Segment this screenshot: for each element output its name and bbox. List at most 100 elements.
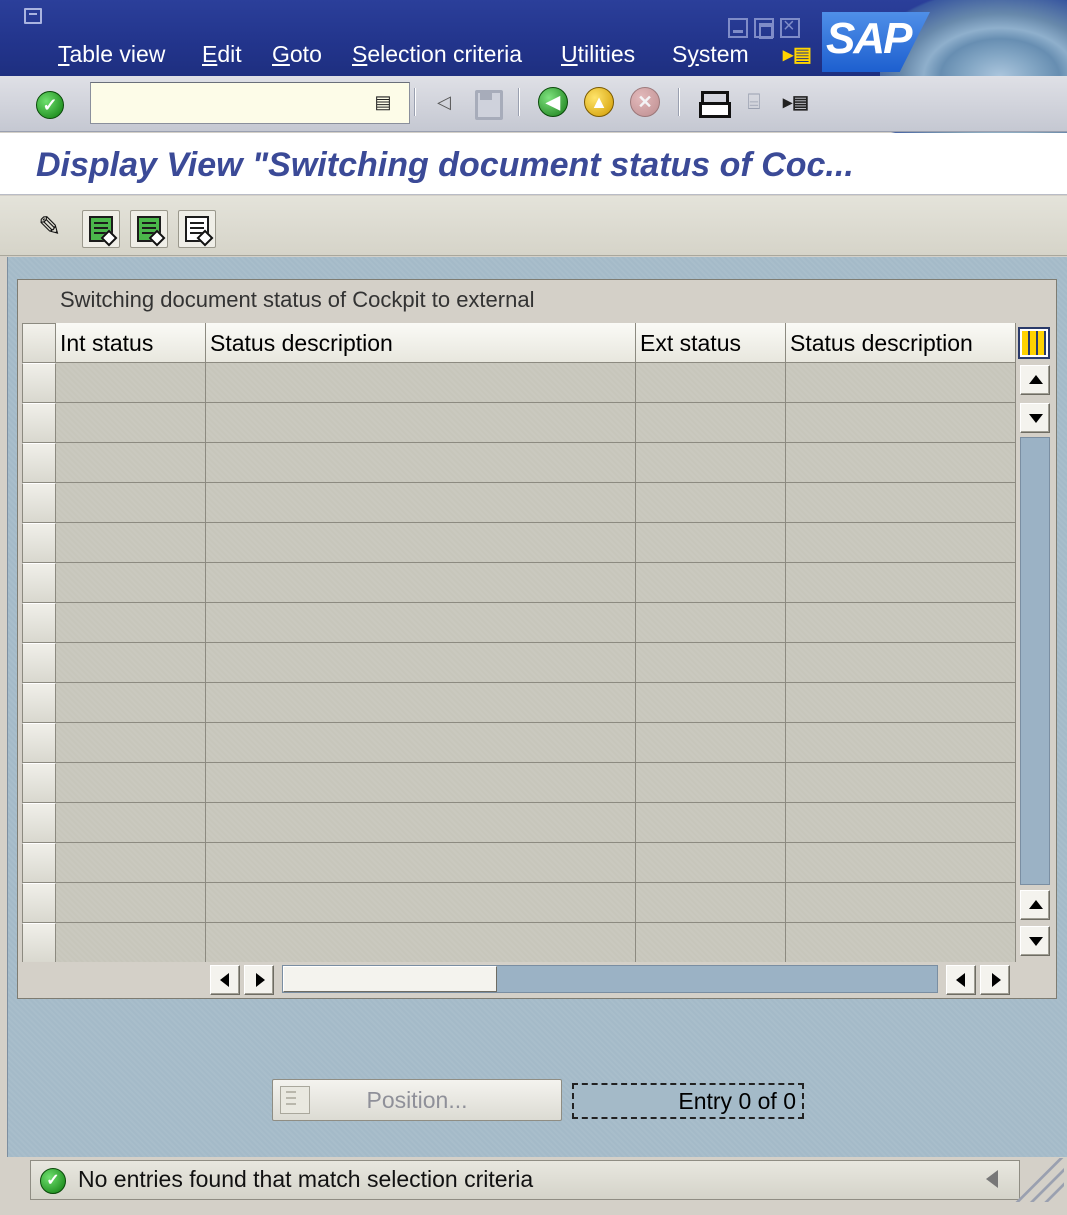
table-cell xyxy=(636,883,786,923)
table-row[interactable] xyxy=(22,483,1016,523)
select-block-icon[interactable] xyxy=(130,210,168,248)
display-change-icon[interactable] xyxy=(34,210,72,248)
table-settings-icon[interactable] xyxy=(1018,327,1050,359)
row-selector[interactable] xyxy=(22,483,56,523)
row-selector[interactable] xyxy=(22,643,56,683)
arrow-up-icon xyxy=(1029,900,1043,909)
table-cell xyxy=(56,363,206,403)
row-selector[interactable] xyxy=(22,803,56,843)
table-cell xyxy=(56,603,206,643)
row-selector[interactable] xyxy=(22,843,56,883)
row-selector[interactable] xyxy=(22,523,56,563)
table-row[interactable] xyxy=(22,443,1016,483)
entry-counter: Entry 0 of 0 xyxy=(572,1083,804,1119)
arrow-down-icon xyxy=(1029,937,1043,946)
table-row[interactable] xyxy=(22,923,1016,963)
table-cell xyxy=(56,723,206,763)
menu-edit[interactable]: Edit xyxy=(202,40,242,68)
table-cell xyxy=(56,883,206,923)
row-selector[interactable] xyxy=(22,883,56,923)
menu-utilities[interactable]: Utilities xyxy=(561,40,635,68)
table-row[interactable] xyxy=(22,563,1016,603)
table-row[interactable] xyxy=(22,723,1016,763)
column-header-ext-status-description[interactable]: Status description xyxy=(786,323,1016,363)
close-icon[interactable] xyxy=(780,15,800,38)
table-row[interactable] xyxy=(22,683,1016,723)
horizontal-scroll-thumb[interactable] xyxy=(283,966,497,992)
table-cell xyxy=(206,603,636,643)
scroll-right-button[interactable] xyxy=(980,965,1010,995)
table-row[interactable] xyxy=(22,363,1016,403)
table-cell xyxy=(206,763,636,803)
layout-menu-icon[interactable]: ▸▤ xyxy=(780,86,812,118)
system-menu-icon[interactable] xyxy=(24,8,42,24)
row-selector[interactable] xyxy=(22,603,56,643)
menu-system[interactable]: System xyxy=(672,40,749,68)
row-selector[interactable] xyxy=(22,403,56,443)
enter-icon[interactable]: ✓ xyxy=(36,91,64,119)
page-down-button[interactable] xyxy=(1020,926,1050,956)
row-selector[interactable] xyxy=(22,683,56,723)
exit-icon[interactable]: ▲ xyxy=(584,87,614,117)
page-up-button[interactable] xyxy=(1020,890,1050,920)
row-selector[interactable] xyxy=(22,923,56,963)
column-header-int-status[interactable]: Int status xyxy=(56,323,206,363)
menu-selection-criteria[interactable]: Selection criteria xyxy=(352,40,522,68)
table-cell xyxy=(636,563,786,603)
table-row[interactable] xyxy=(22,763,1016,803)
maximize-icon[interactable] xyxy=(754,18,774,39)
table-cell xyxy=(786,803,1016,843)
command-dropdown-icon[interactable]: ▤ xyxy=(372,90,394,114)
fixed-columns-scroll-right-button[interactable] xyxy=(244,965,274,995)
scroll-down-button[interactable] xyxy=(1020,403,1050,433)
deselect-all-icon[interactable] xyxy=(178,210,216,248)
select-all-icon[interactable] xyxy=(82,210,120,248)
column-header-ext-status[interactable]: Ext status xyxy=(636,323,786,363)
table-row[interactable] xyxy=(22,883,1016,923)
table-cell xyxy=(636,603,786,643)
command-field[interactable] xyxy=(90,82,410,124)
table-cell xyxy=(56,683,206,723)
table-cell xyxy=(206,723,636,763)
table-row[interactable] xyxy=(22,803,1016,843)
row-selector[interactable] xyxy=(22,723,56,763)
position-button[interactable]: Position... xyxy=(272,1079,562,1121)
status-collapse-icon[interactable] xyxy=(986,1170,998,1188)
vertical-scroll-track[interactable] xyxy=(1020,437,1050,885)
table-row[interactable] xyxy=(22,603,1016,643)
table-cell xyxy=(206,403,636,443)
table-cell xyxy=(56,803,206,843)
table-cell xyxy=(56,523,206,563)
table-cell xyxy=(786,563,1016,603)
table-cell xyxy=(786,763,1016,803)
table-row[interactable] xyxy=(22,643,1016,683)
back-icon[interactable]: ◀ xyxy=(538,87,568,117)
toolbar-separator xyxy=(678,88,680,116)
row-selector[interactable] xyxy=(22,563,56,603)
select-all-rows-button[interactable] xyxy=(22,323,56,363)
arrow-left-icon xyxy=(956,973,965,987)
minimize-icon[interactable] xyxy=(728,18,748,38)
table-cell xyxy=(56,403,206,443)
row-selector[interactable] xyxy=(22,363,56,403)
table-cell xyxy=(786,923,1016,963)
print-icon[interactable] xyxy=(696,86,731,118)
scroll-left-button[interactable] xyxy=(946,965,976,995)
back-nav-icon[interactable]: ◁ xyxy=(428,86,460,118)
table-cell xyxy=(636,723,786,763)
fixed-columns-scroll-left-button[interactable] xyxy=(210,965,240,995)
table-cell xyxy=(56,443,206,483)
table-cell xyxy=(636,923,786,963)
table-cell xyxy=(786,443,1016,483)
scroll-up-button[interactable] xyxy=(1020,365,1050,395)
row-selector[interactable] xyxy=(22,443,56,483)
customize-layout-icon[interactable]: ▸▤ xyxy=(783,44,813,66)
column-header-status-description[interactable]: Status description xyxy=(206,323,636,363)
table-row[interactable] xyxy=(22,403,1016,443)
table-row[interactable] xyxy=(22,523,1016,563)
menu-table-view[interactable]: Table view xyxy=(58,40,165,68)
table-row[interactable] xyxy=(22,843,1016,883)
menu-goto[interactable]: Goto xyxy=(272,40,322,68)
row-selector[interactable] xyxy=(22,763,56,803)
resize-grip[interactable] xyxy=(1012,1158,1064,1202)
